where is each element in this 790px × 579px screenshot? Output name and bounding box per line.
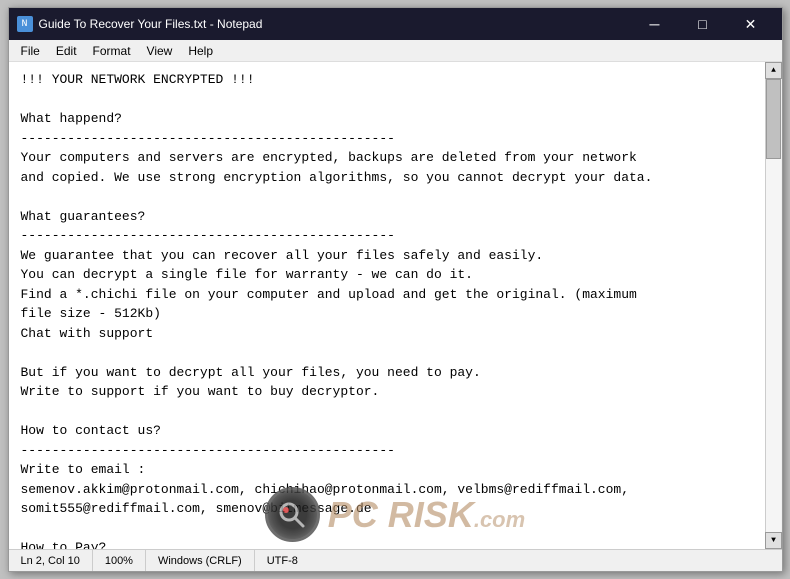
menu-view[interactable]: View xyxy=(139,42,181,60)
minimize-button[interactable]: ─ xyxy=(632,8,678,40)
menu-help[interactable]: Help xyxy=(180,42,221,60)
app-icon: N xyxy=(17,16,33,32)
zoom-level: 100% xyxy=(93,550,146,571)
text-editor[interactable]: !!! YOUR NETWORK ENCRYPTED !!! What happ… xyxy=(9,62,765,549)
window-controls: ─ □ ✕ xyxy=(632,8,774,40)
menu-bar: File Edit Format View Help xyxy=(9,40,782,62)
encoding: UTF-8 xyxy=(255,550,310,571)
close-button[interactable]: ✕ xyxy=(728,8,774,40)
scroll-down-button[interactable]: ▼ xyxy=(765,532,782,549)
menu-file[interactable]: File xyxy=(13,42,48,60)
vertical-scrollbar[interactable]: ▲ ▼ xyxy=(765,62,782,549)
window-title: Guide To Recover Your Files.txt - Notepa… xyxy=(39,17,263,31)
menu-format[interactable]: Format xyxy=(85,42,139,60)
content-area: !!! YOUR NETWORK ENCRYPTED !!! What happ… xyxy=(9,62,782,549)
cursor-position: Ln 2, Col 10 xyxy=(9,550,93,571)
scroll-thumb[interactable] xyxy=(766,79,781,159)
title-bar: N Guide To Recover Your Files.txt - Note… xyxy=(9,8,782,40)
maximize-button[interactable]: □ xyxy=(680,8,726,40)
scroll-up-button[interactable]: ▲ xyxy=(765,62,782,79)
line-endings: Windows (CRLF) xyxy=(146,550,255,571)
menu-edit[interactable]: Edit xyxy=(48,42,85,60)
status-bar: Ln 2, Col 10 100% Windows (CRLF) UTF-8 xyxy=(9,549,782,571)
scroll-track[interactable] xyxy=(766,79,781,532)
